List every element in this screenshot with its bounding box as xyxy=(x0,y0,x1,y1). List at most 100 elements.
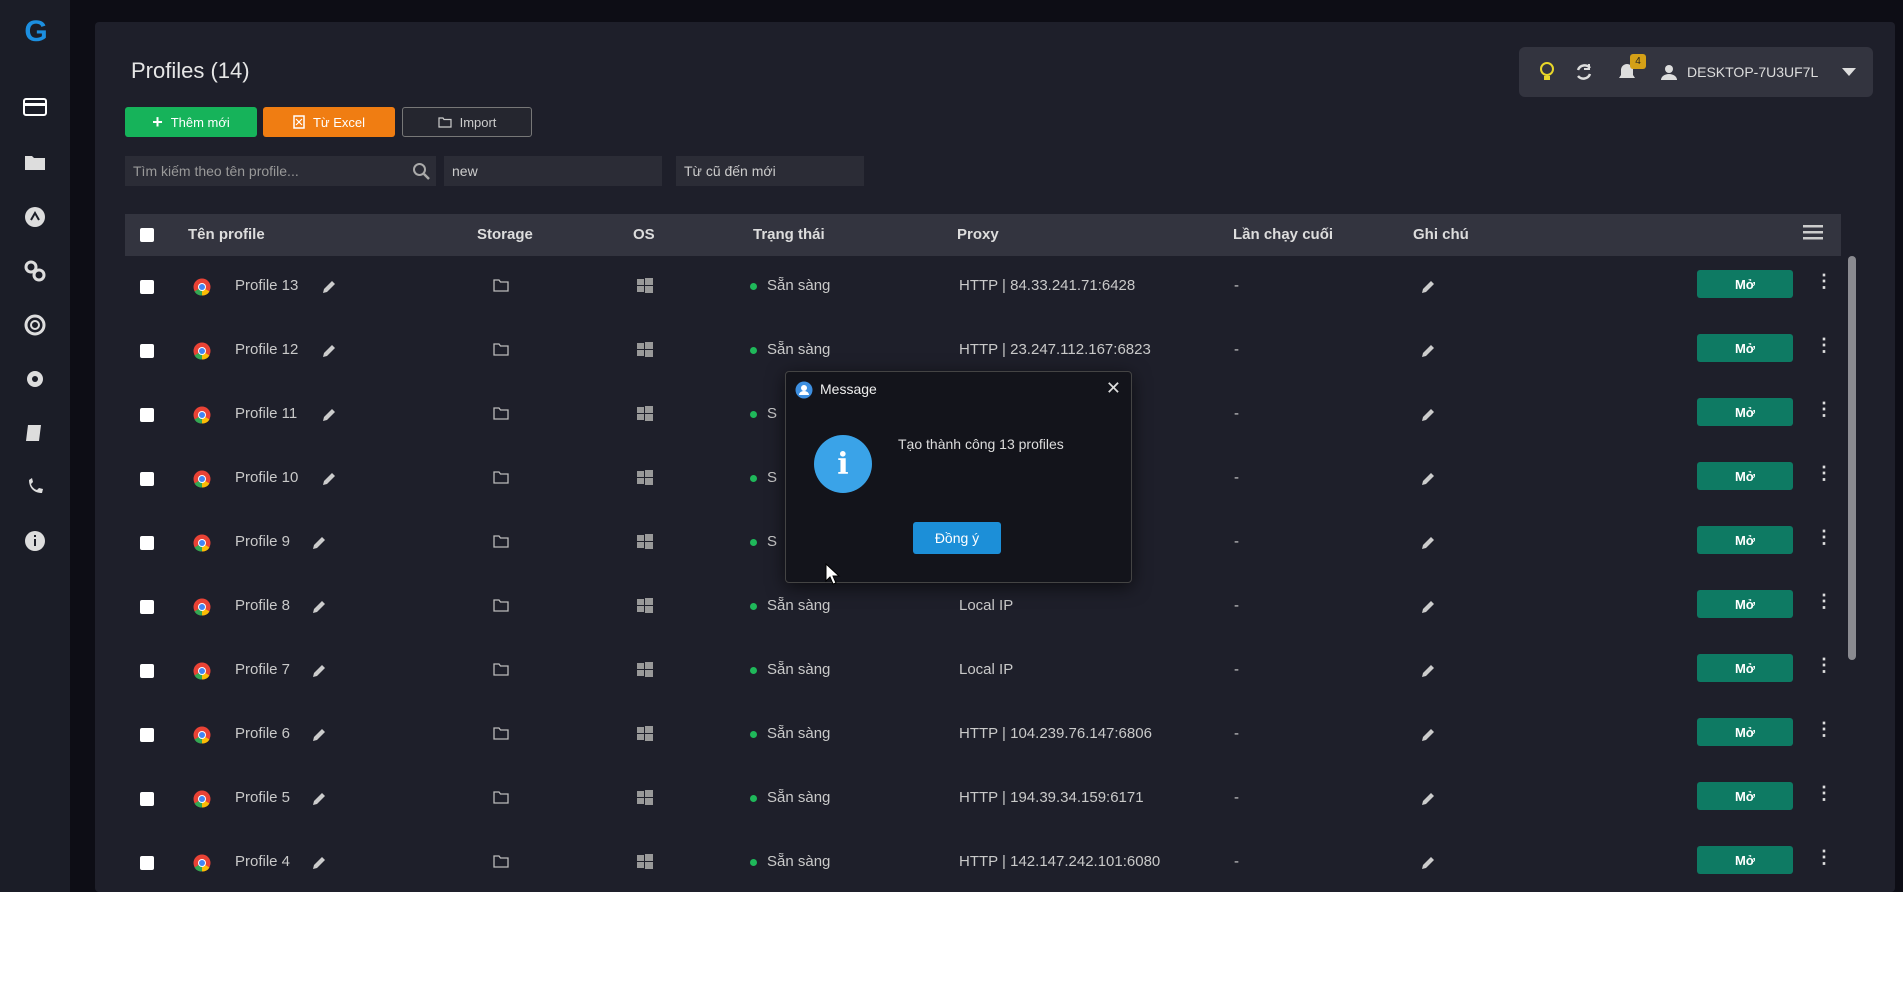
more-options-icon[interactable]: ⋮ xyxy=(1815,271,1833,292)
edit-pencil-icon[interactable] xyxy=(322,344,336,358)
more-options-icon[interactable]: ⋮ xyxy=(1815,591,1833,612)
row-checkbox[interactable] xyxy=(140,664,154,678)
row-checkbox[interactable] xyxy=(140,536,154,550)
edit-pencil-icon[interactable] xyxy=(312,664,326,678)
storage-folder-icon[interactable] xyxy=(493,279,509,292)
open-profile-button[interactable]: Mở xyxy=(1697,334,1793,362)
storage-folder-icon[interactable] xyxy=(493,599,509,612)
user-name[interactable]: DESKTOP-7U3UF7L xyxy=(1687,59,1818,85)
row-checkbox[interactable] xyxy=(140,408,154,422)
storage-folder-icon[interactable] xyxy=(493,407,509,420)
row-checkbox[interactable] xyxy=(140,728,154,742)
note-edit-icon[interactable] xyxy=(1421,792,1435,806)
import-button[interactable]: Import xyxy=(402,107,532,137)
status-dot xyxy=(750,730,757,738)
note-edit-icon[interactable] xyxy=(1421,600,1435,614)
more-options-icon[interactable]: ⋮ xyxy=(1815,463,1833,484)
storage-folder-icon[interactable] xyxy=(493,663,509,676)
folder-nav-icon[interactable] xyxy=(18,145,52,179)
refresh-icon[interactable] xyxy=(1574,59,1594,85)
edit-pencil-icon[interactable] xyxy=(312,856,326,870)
more-options-icon[interactable]: ⋮ xyxy=(1815,783,1833,804)
note-edit-icon[interactable] xyxy=(1421,472,1435,486)
app-window: G Profiles (14) DESKTOP-7U3UF7L 4 + Thêm… xyxy=(0,0,1903,892)
close-icon[interactable]: ✕ xyxy=(1106,378,1121,399)
table-row[interactable]: Profile 7 Sẵn sàng Local IP - Mở ⋮ xyxy=(125,640,1841,702)
table-row[interactable]: Profile 5 Sẵn sàng HTTP | 194.39.34.159:… xyxy=(125,768,1841,830)
dialog-title: Message xyxy=(820,381,877,397)
more-options-icon[interactable]: ⋮ xyxy=(1815,399,1833,420)
edit-pencil-icon[interactable] xyxy=(322,280,336,294)
edit-pencil-icon[interactable] xyxy=(312,536,326,550)
sort-select[interactable]: Từ cũ đến mới xyxy=(676,156,864,186)
status-cell: Sẵn sàng xyxy=(750,789,830,806)
note-edit-icon[interactable] xyxy=(1421,408,1435,422)
link-nav-icon[interactable] xyxy=(18,254,52,288)
row-checkbox[interactable] xyxy=(140,280,154,294)
search-input[interactable]: Tìm kiếm theo tên profile... xyxy=(125,156,436,186)
select-all-checkbox[interactable] xyxy=(140,228,154,242)
search-icon[interactable] xyxy=(412,162,430,183)
storage-folder-icon[interactable] xyxy=(493,791,509,804)
table-row[interactable]: Profile 4 Sẵn sàng HTTP | 142.147.242.10… xyxy=(125,832,1841,892)
row-checkbox[interactable] xyxy=(140,792,154,806)
group-select[interactable]: new xyxy=(444,156,662,186)
profiles-nav-icon[interactable] xyxy=(18,90,52,124)
from-excel-button[interactable]: Từ Excel xyxy=(263,107,395,137)
row-checkbox[interactable] xyxy=(140,344,154,358)
open-profile-button[interactable]: Mở xyxy=(1697,526,1793,554)
settings-nav-icon[interactable] xyxy=(18,362,52,396)
column-menu-icon[interactable] xyxy=(1803,223,1823,245)
storage-folder-icon[interactable] xyxy=(493,343,509,356)
more-options-icon[interactable]: ⋮ xyxy=(1815,719,1833,740)
chevron-down-icon[interactable] xyxy=(1842,59,1856,85)
note-edit-icon[interactable] xyxy=(1421,344,1435,358)
more-options-icon[interactable]: ⋮ xyxy=(1815,847,1833,868)
table-row[interactable]: Profile 13 Sẵn sàng HTTP | 84.33.241.71:… xyxy=(125,256,1841,318)
edit-pencil-icon[interactable] xyxy=(312,600,326,614)
table-scrollbar[interactable] xyxy=(1848,256,1856,660)
contact-nav-icon[interactable] xyxy=(18,470,52,504)
open-profile-button[interactable]: Mở xyxy=(1697,782,1793,810)
open-profile-button[interactable]: Mở xyxy=(1697,846,1793,874)
open-profile-button[interactable]: Mở xyxy=(1697,590,1793,618)
row-checkbox[interactable] xyxy=(140,600,154,614)
book-nav-icon[interactable] xyxy=(18,416,52,450)
note-edit-icon[interactable] xyxy=(1421,664,1435,678)
lightbulb-icon[interactable] xyxy=(1539,59,1555,85)
table-row[interactable]: Profile 8 Sẵn sàng Local IP - Mở ⋮ xyxy=(125,576,1841,638)
folder-icon xyxy=(437,116,452,128)
support-nav-icon[interactable] xyxy=(18,308,52,342)
note-edit-icon[interactable] xyxy=(1421,536,1435,550)
info-nav-icon[interactable] xyxy=(18,524,52,558)
edit-pencil-icon[interactable] xyxy=(312,728,326,742)
status-text: Sẵn sàng xyxy=(767,341,831,358)
storage-folder-icon[interactable] xyxy=(493,471,509,484)
last-run-cell: - xyxy=(1234,533,1239,550)
open-profile-button[interactable]: Mở xyxy=(1697,398,1793,426)
more-options-icon[interactable]: ⋮ xyxy=(1815,527,1833,548)
edit-pencil-icon[interactable] xyxy=(312,792,326,806)
storage-folder-icon[interactable] xyxy=(493,727,509,740)
open-profile-button[interactable]: Mở xyxy=(1697,718,1793,746)
table-row[interactable]: Profile 6 Sẵn sàng HTTP | 104.239.76.147… xyxy=(125,704,1841,766)
note-edit-icon[interactable] xyxy=(1421,728,1435,742)
note-edit-icon[interactable] xyxy=(1421,280,1435,294)
automation-nav-icon[interactable] xyxy=(18,200,52,234)
row-checkbox[interactable] xyxy=(140,856,154,870)
storage-folder-icon[interactable] xyxy=(493,855,509,868)
edit-pencil-icon[interactable] xyxy=(322,408,336,422)
sidebar: G xyxy=(0,0,70,892)
column-header-name[interactable]: Tên profile xyxy=(188,226,265,243)
row-checkbox[interactable] xyxy=(140,472,154,486)
edit-pencil-icon[interactable] xyxy=(322,472,336,486)
more-options-icon[interactable]: ⋮ xyxy=(1815,655,1833,676)
dialog-ok-button[interactable]: Đồng ý xyxy=(913,522,1001,554)
open-profile-button[interactable]: Mở xyxy=(1697,462,1793,490)
open-profile-button[interactable]: Mở xyxy=(1697,654,1793,682)
storage-folder-icon[interactable] xyxy=(493,535,509,548)
more-options-icon[interactable]: ⋮ xyxy=(1815,335,1833,356)
add-profile-button[interactable]: + Thêm mới xyxy=(125,107,257,137)
open-profile-button[interactable]: Mở xyxy=(1697,270,1793,298)
note-edit-icon[interactable] xyxy=(1421,856,1435,870)
